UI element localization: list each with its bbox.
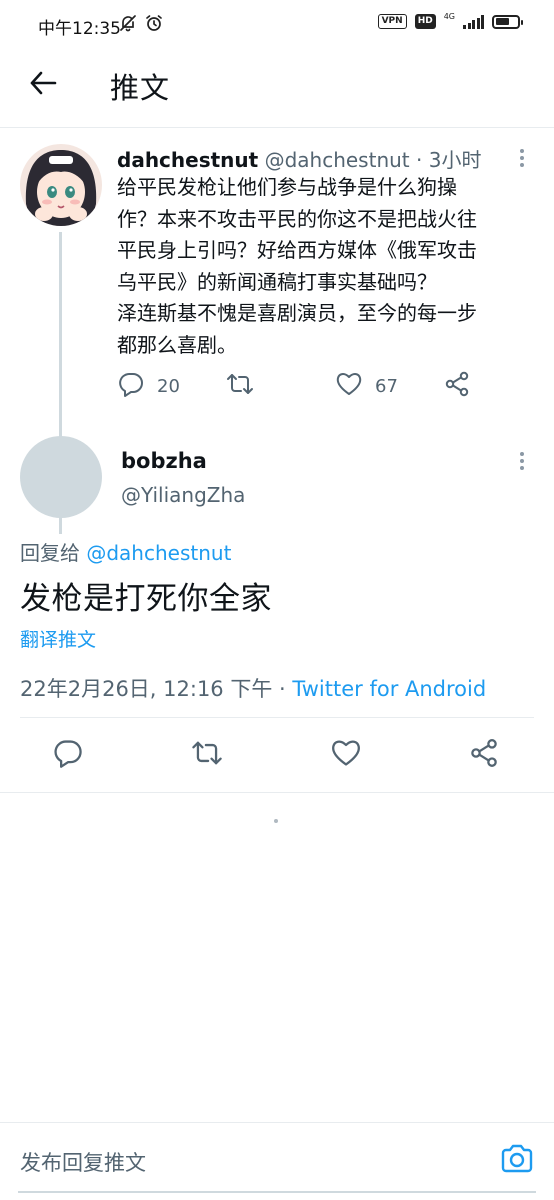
reply-button[interactable]: 20	[117, 370, 180, 403]
retweet-icon	[190, 737, 224, 773]
camera-icon	[500, 1144, 534, 1178]
tweet-detail-screen: 中午12:35 VPN HD 4G 推文 dahchestnut @dahche…	[0, 0, 554, 1200]
vpn-badge: VPN	[377, 14, 407, 29]
app-header: 推文	[0, 48, 554, 128]
meta-separator: ·	[409, 148, 429, 172]
back-button[interactable]	[26, 68, 60, 102]
heart-icon	[330, 737, 362, 773]
tweet-time: 3小时	[428, 148, 482, 172]
status-time: 中午12:35	[38, 19, 121, 39]
like-count: 67	[375, 376, 398, 397]
tweet-header: dahchestnut @dahchestnut · 3小时	[117, 144, 481, 173]
mute-bell-icon	[118, 13, 138, 37]
tweet-text: 发枪是打死你全家	[20, 581, 272, 617]
tweet-timestamp: 22年2月26日, 12:16 下午 · Twitter for Android	[20, 673, 486, 703]
tweet-actions	[0, 735, 554, 775]
divider	[20, 717, 534, 718]
reply-mention-link[interactable]: @dahchestnut	[86, 541, 231, 565]
tweet-text-line: 都那么喜剧。	[117, 332, 237, 357]
divider	[0, 792, 554, 793]
avatar[interactable]	[20, 436, 102, 518]
network-type: 4G	[443, 11, 455, 21]
share-icon	[468, 737, 500, 773]
alarm-icon	[144, 13, 164, 37]
like-button[interactable]	[328, 737, 364, 773]
tweet-text-line: 乌平民》的新闻通稿打事实基础吗？	[117, 269, 437, 294]
user-handle[interactable]: @dahchestnut	[265, 148, 410, 172]
timestamp-text: 22年2月26日, 12:16 下午	[20, 677, 273, 701]
share-icon	[443, 370, 471, 403]
share-button[interactable]	[466, 737, 502, 773]
reply-label: 回复给	[20, 541, 87, 565]
reply-icon	[117, 370, 145, 403]
page-title: 推文	[110, 71, 171, 105]
like-button[interactable]: 67	[335, 370, 398, 403]
status-bar: 中午12:35 VPN HD 4G	[0, 0, 554, 48]
hd-badge: HD	[414, 14, 436, 29]
tweet-text-line: 平民身上引吗？好给西方媒体《俄军攻击	[117, 238, 477, 262]
tweet-text: 给平民发枪让他们参与战争是什么狗操 作？本来不攻击平民的你这不是把战火往 平民身…	[117, 172, 537, 361]
more-options-icon[interactable]	[514, 144, 530, 172]
tweet-actions: 20 67	[117, 370, 517, 400]
arrow-left-icon	[28, 68, 58, 102]
reply-count: 20	[157, 376, 180, 397]
avatar[interactable]	[20, 144, 102, 226]
heart-icon	[335, 370, 363, 403]
retweet-button[interactable]	[189, 737, 225, 773]
battery-icon	[492, 14, 523, 29]
retweet-button[interactable]	[225, 370, 255, 403]
retweet-icon	[225, 370, 255, 403]
signal-icon	[463, 14, 484, 29]
divider	[0, 1122, 554, 1123]
replying-to: 回复给 @dahchestnut	[20, 537, 231, 566]
reply-compose-input[interactable]: 发布回复推文	[20, 1147, 146, 1177]
more-options-icon[interactable]	[514, 447, 530, 475]
translate-tweet-link[interactable]: 翻译推文	[20, 625, 96, 652]
meta-separator: ·	[272, 677, 293, 701]
reply-button[interactable]	[50, 737, 86, 773]
user-handle[interactable]: @YiliangZha	[121, 483, 245, 507]
loading-indicator	[274, 819, 278, 823]
status-icons-left	[118, 13, 164, 37]
tweet-text-line: 给平民发枪让他们参与战争是什么狗操	[117, 175, 457, 199]
share-button[interactable]	[443, 370, 471, 403]
anime-avatar-image	[20, 144, 102, 226]
compose-underline	[18, 1191, 536, 1193]
display-name[interactable]: dahchestnut	[117, 148, 258, 172]
display-name[interactable]: bobzha	[121, 449, 207, 473]
source-app-link[interactable]: Twitter for Android	[292, 677, 486, 701]
tweet-text-line: 作？本来不攻击平民的你这不是把战火往	[117, 206, 477, 231]
tweet-text-line: 泽连斯基不愧是喜剧演员，至今的每一步	[117, 301, 477, 325]
camera-button[interactable]	[496, 1141, 538, 1181]
reply-icon	[52, 737, 84, 773]
status-icons-right: VPN HD 4G	[377, 11, 523, 29]
